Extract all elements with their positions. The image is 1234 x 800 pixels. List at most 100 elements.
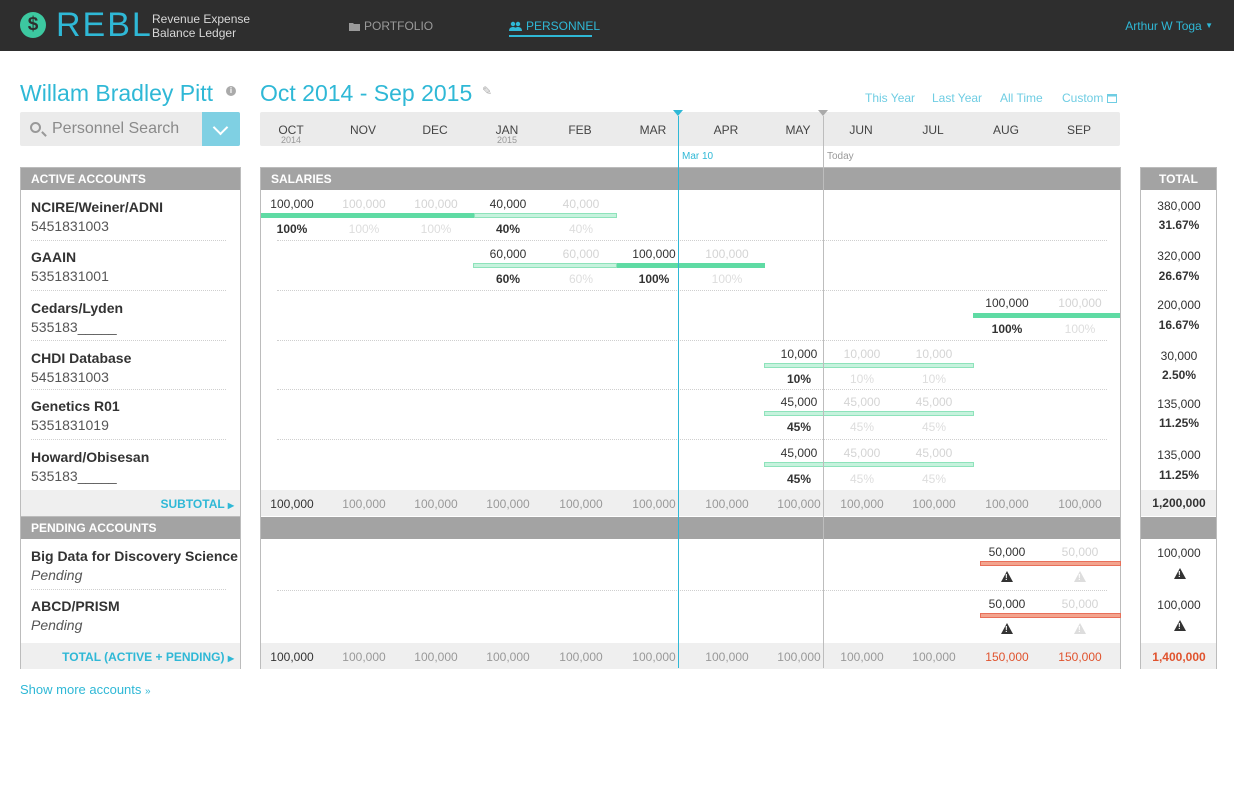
month-nov[interactable]: NOV — [327, 123, 399, 137]
warning-icon[interactable] — [1174, 620, 1186, 631]
warning-icon[interactable] — [1174, 568, 1186, 579]
month-jan[interactable]: JAN 2015 — [471, 123, 543, 145]
range-this-year[interactable]: This Year — [865, 91, 915, 105]
warning-icon[interactable] — [1001, 571, 1013, 582]
row-separator — [277, 439, 1107, 440]
chevron-down-icon — [212, 119, 229, 136]
pending-allocation-bar[interactable] — [980, 561, 1121, 566]
allocation-bar[interactable] — [973, 313, 1120, 318]
month-label: APR — [713, 123, 739, 137]
account-total: 380,000 — [1157, 199, 1201, 213]
salary-cell[interactable]: 100,000 — [971, 296, 1043, 310]
range-last-year[interactable]: Last Year — [932, 91, 982, 105]
range-custom[interactable]: Custom — [1062, 91, 1117, 105]
month-jul[interactable]: JUL — [897, 123, 969, 137]
salary-cell[interactable]: 45,000 — [763, 446, 835, 460]
person-name: Willam Bradley Pitt — [20, 80, 213, 106]
subtotal-bar: SUBTOTAL ▶ — [21, 490, 240, 516]
salary-cell[interactable]: 45,000 — [826, 446, 898, 460]
account-name[interactable]: ABCD/PRISM — [31, 598, 120, 614]
allocation-bar[interactable] — [764, 411, 974, 416]
grand-total-cell: 150,000 — [1058, 650, 1102, 664]
month-feb[interactable]: FEB — [544, 123, 616, 137]
totals-subtotal-bar: 1,200,000 — [1141, 490, 1216, 516]
salary-cell[interactable]: 50,000 — [971, 545, 1043, 559]
allocation-bar[interactable] — [261, 213, 474, 218]
edit-icon[interactable]: ✎ — [482, 84, 492, 98]
range-all-time[interactable]: All Time — [1000, 91, 1043, 105]
row-separator — [31, 240, 226, 241]
warning-icon[interactable] — [1074, 623, 1086, 634]
allocation-bar[interactable] — [764, 462, 974, 467]
salary-cell[interactable]: 45,000 — [763, 395, 835, 409]
grand-total-link[interactable]: TOTAL (ACTIVE + PENDING) ▶ — [62, 650, 234, 664]
grand-total-cell: 100,000 — [840, 650, 884, 664]
account-share: 31.67% — [1158, 218, 1200, 232]
effort-percent: 100% — [711, 272, 743, 286]
salary-cell[interactable]: 40,000 — [545, 197, 617, 211]
month-label: NOV — [349, 123, 376, 137]
salary-cell[interactable]: 100,000 — [618, 247, 690, 261]
search-input[interactable] — [52, 119, 202, 139]
allocation-bar[interactable] — [764, 363, 974, 368]
month-dec[interactable]: DEC — [399, 123, 471, 137]
account-name[interactable]: Howard/Obisesan — [31, 449, 149, 465]
allocation-bar[interactable] — [617, 263, 765, 268]
show-more-accounts-link[interactable]: Show more accounts » — [20, 682, 151, 697]
salary-cell[interactable]: 100,000 — [1044, 296, 1116, 310]
active-accounts-panel: ACTIVE ACCOUNTS NCIRE/Weiner/ADNI 545183… — [20, 167, 241, 516]
salary-cell[interactable]: 100,000 — [400, 197, 472, 211]
info-icon[interactable]: i — [226, 86, 236, 96]
account-name[interactable]: Genetics R01 — [31, 398, 120, 414]
subtotal-link[interactable]: SUBTOTAL ▶ — [160, 497, 234, 511]
salary-cell[interactable]: 45,000 — [898, 446, 970, 460]
salary-cell[interactable]: 50,000 — [971, 597, 1043, 611]
account-status: Pending — [31, 567, 83, 583]
month-apr[interactable]: APR — [690, 123, 762, 137]
warning-icon[interactable] — [1001, 623, 1013, 634]
salary-cell[interactable]: 100,000 — [328, 197, 400, 211]
salary-cell[interactable]: 40,000 — [472, 197, 544, 211]
grand-total: 1,400,000 — [1152, 650, 1206, 664]
salary-cell[interactable]: 45,000 — [898, 395, 970, 409]
grand-total-bar: TOTAL (ACTIVE + PENDING) ▶ — [21, 643, 240, 669]
warning-icon[interactable] — [1074, 571, 1086, 582]
account-name[interactable]: NCIRE/Weiner/ADNI — [31, 199, 163, 215]
account-name[interactable]: CHDI Database — [31, 350, 131, 366]
salary-cell[interactable]: 60,000 — [545, 247, 617, 261]
effort-percent: 45% — [921, 472, 947, 486]
month-jun[interactable]: JUN — [825, 123, 897, 137]
month-sep[interactable]: SEP — [1043, 123, 1115, 137]
salary-cell[interactable]: 100,000 — [691, 247, 763, 261]
salary-cell[interactable]: 50,000 — [1044, 597, 1116, 611]
salary-cell[interactable]: 45,000 — [826, 395, 898, 409]
app-name[interactable]: REBL — [56, 6, 153, 45]
nav-active-indicator — [509, 35, 592, 37]
salary-cell[interactable]: 60,000 — [472, 247, 544, 261]
account-total: 200,000 — [1157, 298, 1201, 312]
calendar-icon — [1106, 94, 1117, 103]
search-dropdown-button[interactable] — [202, 112, 240, 146]
salary-cell[interactable]: 50,000 — [1044, 545, 1116, 559]
account-name[interactable]: Cedars/Lyden — [31, 300, 123, 316]
allocation-bar[interactable] — [474, 213, 617, 218]
row-separator — [31, 439, 226, 440]
pending-allocation-bar[interactable] — [980, 613, 1121, 618]
allocation-bar[interactable] — [473, 263, 617, 268]
user-menu[interactable]: Arthur W Toga ▼ — [1125, 19, 1213, 33]
month-oct[interactable]: OCT 2014 — [255, 123, 327, 145]
nav-portfolio[interactable]: PORTFOLIO — [349, 19, 433, 33]
row-separator — [31, 340, 226, 341]
salary-cell[interactable]: 10,000 — [826, 347, 898, 361]
effort-percent: 60% — [495, 272, 521, 286]
month-aug[interactable]: AUG — [970, 123, 1042, 137]
account-share: 11.25% — [1158, 468, 1200, 482]
account-number: 5351831019 — [31, 417, 109, 433]
nav-personnel[interactable]: PERSONNEL — [509, 19, 600, 33]
effort-percent: 45% — [849, 472, 875, 486]
salary-cell[interactable]: 10,000 — [763, 347, 835, 361]
account-name[interactable]: GAAIN — [31, 249, 76, 265]
salary-cell[interactable]: 100,000 — [256, 197, 328, 211]
account-name[interactable]: Big Data for Discovery Science — [31, 548, 238, 564]
salary-cell[interactable]: 10,000 — [898, 347, 970, 361]
